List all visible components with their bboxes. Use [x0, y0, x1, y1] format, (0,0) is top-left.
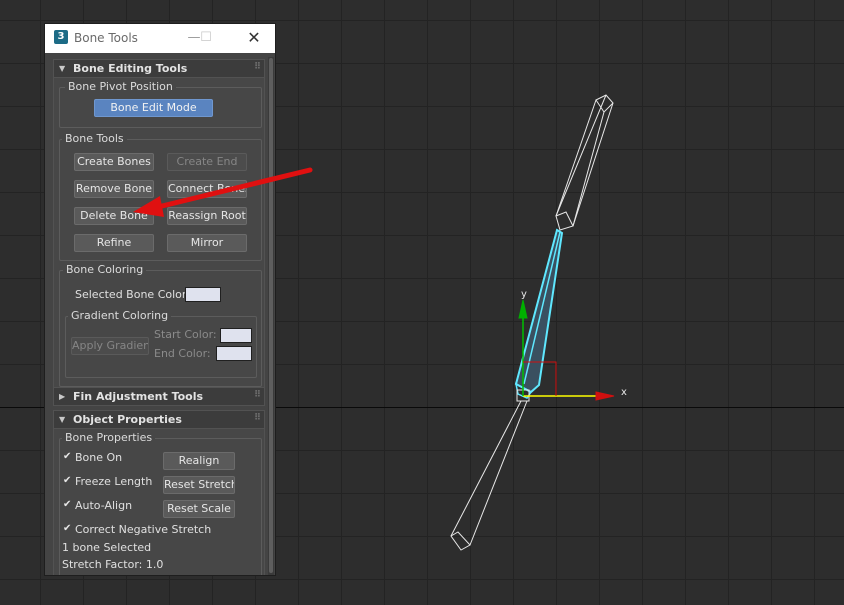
group-bone-pivot-position: Bone Pivot Position Bone Edit Mode [59, 80, 262, 128]
panel-content: ▼ Bone Editing Tools ⠿ Bone Pivot Positi… [49, 57, 266, 575]
bone-lower[interactable] [450, 389, 530, 551]
delete-bone-button[interactable]: Delete Bone [74, 207, 154, 225]
realign-button[interactable]: Realign [163, 452, 235, 470]
reset-stretch-button[interactable]: Reset Stretch [163, 476, 235, 494]
stretch-factor-text: Stretch Factor: 1.0 [62, 558, 164, 571]
group-label: Bone Coloring [63, 263, 147, 276]
axis-y-label: y [521, 289, 527, 300]
refine-button[interactable]: Refine [74, 234, 154, 252]
bone-edit-mode-button[interactable]: Bone Edit Mode [94, 99, 213, 117]
start-color-label: Start Color: [154, 328, 217, 341]
window-title: Bone Tools [74, 31, 138, 45]
bone-upper[interactable] [555, 94, 614, 231]
scrollbar-thumb[interactable] [269, 58, 273, 573]
selected-bone-color-swatch[interactable] [185, 287, 221, 302]
group-bone-coloring: Bone Coloring Selected Bone Color: Gradi… [59, 263, 262, 387]
selected-bone-color-label: Selected Bone Color: [75, 288, 190, 301]
expand-triangle-icon: ▶ [59, 392, 66, 401]
rollout-body-bone-editing: Bone Pivot Position Bone Edit Mode Bone … [53, 78, 265, 391]
reassign-root-button[interactable]: Reassign Root [167, 207, 247, 225]
create-bones-button[interactable]: Create Bones [74, 153, 154, 171]
auto-align-checkbox[interactable]: ✔ [63, 499, 71, 510]
start-color-swatch[interactable] [220, 328, 252, 343]
group-label: Bone Properties [62, 431, 156, 444]
connect-bones-button[interactable]: Connect Bones [167, 180, 247, 198]
group-label: Bone Pivot Position [65, 80, 176, 93]
correct-negative-stretch-label: Correct Negative Stretch [75, 523, 212, 536]
remove-bone-button[interactable]: Remove Bone [74, 180, 154, 198]
reset-scale-button[interactable]: Reset Scale [163, 500, 235, 518]
axis-x-label: x [621, 387, 627, 398]
group-bone-properties: Bone Properties ✔ Bone On Realign ✔ Free… [59, 431, 262, 575]
end-color-label: End Color: [154, 347, 211, 360]
rollout-title: Bone Editing Tools [73, 62, 188, 75]
group-label: Bone Tools [62, 132, 127, 145]
create-end-button[interactable]: Create End [167, 153, 247, 171]
rollout-body-object-properties: Bone Properties ✔ Bone On Realign ✔ Free… [53, 429, 265, 575]
apply-gradient-button[interactable]: Apply Gradient [71, 337, 149, 355]
rollout-fin-adjustment-tools[interactable]: ▶ Fin Adjustment Tools ⠿ [53, 387, 265, 406]
auto-align-label: Auto-Align [75, 499, 133, 512]
bone-on-label: Bone On [75, 451, 123, 464]
window-titlebar[interactable]: 3 Bone Tools — ☐ ✕ [45, 24, 275, 53]
rollout-bone-editing-tools[interactable]: ▼ Bone Editing Tools ⠿ [53, 59, 265, 78]
drag-grip-icon[interactable]: ⠿ [254, 413, 261, 423]
rollout-object-properties[interactable]: ▼ Object Properties ⠿ [53, 410, 265, 429]
rollout-title: Fin Adjustment Tools [73, 390, 204, 403]
mirror-button[interactable]: Mirror [167, 234, 247, 252]
maximize-icon[interactable]: ☐ [195, 27, 217, 49]
bone-on-checkbox[interactable]: ✔ [63, 451, 71, 462]
drag-grip-icon[interactable]: ⠿ [254, 390, 261, 400]
drag-grip-icon[interactable]: ⠿ [254, 62, 261, 72]
end-color-swatch[interactable] [216, 346, 252, 361]
collapse-triangle-icon: ▼ [59, 64, 66, 73]
group-bone-tools: Bone Tools Create Bones Create End Remov… [59, 132, 262, 261]
freeze-length-label: Freeze Length [75, 475, 153, 488]
collapse-triangle-icon: ▼ [59, 415, 66, 424]
freeze-length-checkbox[interactable]: ✔ [63, 475, 71, 486]
rollout-title: Object Properties [73, 413, 182, 426]
group-gradient-coloring: Gradient Coloring Apply Gradient Start C… [65, 309, 257, 378]
bone-tools-window: 3 Bone Tools — ☐ ✕ ▼ Bone Editing Tools … [44, 23, 276, 576]
app-icon: 3 [54, 30, 68, 44]
group-label: Gradient Coloring [68, 309, 172, 322]
close-icon[interactable]: ✕ [243, 27, 265, 49]
correct-negative-stretch-checkbox[interactable]: ✔ [63, 523, 71, 534]
selection-status-text: 1 bone Selected [62, 541, 152, 554]
